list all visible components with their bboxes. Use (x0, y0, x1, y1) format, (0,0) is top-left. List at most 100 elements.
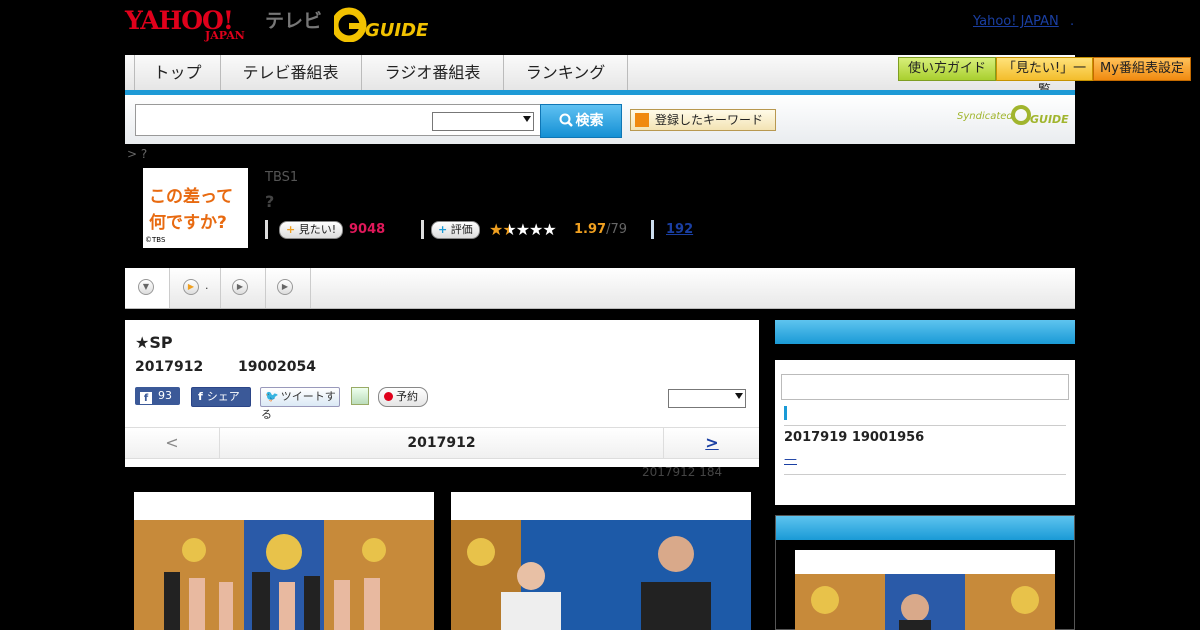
star-half-icon: ★ (502, 220, 516, 239)
divider (784, 425, 1066, 426)
nav-tv-schedule[interactable]: テレビ番組表 (220, 55, 362, 90)
prev-page-button[interactable]: < (125, 428, 220, 458)
studio-photo-image (795, 550, 1055, 630)
facebook-icon: f (198, 390, 203, 403)
sidebar-panel-band (775, 344, 1075, 360)
next-page-button[interactable]: > (663, 428, 760, 458)
mitai-count: 9048 (349, 222, 386, 237)
episode-date: 2017912 (135, 359, 204, 375)
star-icon: ★ (515, 220, 530, 239)
nav-ranking[interactable]: ランキング (504, 55, 628, 90)
episode-time: 19002054 (238, 359, 316, 375)
search-icon (559, 113, 573, 127)
yahoo-japan-logo[interactable]: YAHOO! JAPAN (125, 6, 261, 42)
play-icon: ▶ (232, 279, 248, 295)
guide-button[interactable]: 使い方ガイド (898, 57, 996, 81)
add-calendar-icon[interactable] (351, 387, 369, 405)
rate-label: 評価 (450, 223, 473, 236)
next-airing-date: 2017919 19001956 (784, 430, 925, 445)
reserve-button[interactable]: 予約 (378, 387, 428, 407)
nav-top[interactable]: トップ (134, 55, 221, 90)
search-button[interactable]: 検索 (540, 104, 622, 138)
thumb-copyright: ©TBS (145, 236, 166, 244)
rating-stars: ★★★★★ (489, 220, 557, 239)
stat-divider (265, 220, 268, 239)
plus-icon: + (286, 223, 296, 236)
review-count-link[interactable]: 192 (666, 222, 693, 237)
tab-4[interactable]: ▶ (266, 268, 311, 308)
search-category-select[interactable] (432, 112, 534, 131)
gguide-logo-icon: GUIDE (331, 7, 429, 43)
gguide-logo[interactable]: GUIDE (331, 6, 434, 43)
facebook-share-button[interactable]: f シェア (191, 387, 251, 407)
tab-2[interactable]: ▶. (170, 268, 221, 308)
record-icon (384, 392, 393, 401)
photo-meta: 2017912 184 (642, 465, 723, 479)
sidebar-panel-1: 2017919 19001956 — (775, 320, 1075, 505)
star-icon: ★ (529, 220, 543, 239)
episode-pager: < 2017912 > (125, 427, 759, 459)
syndicated-label: Syndicated (957, 111, 1013, 122)
my-schedule-button[interactable]: My番組表設定 (1093, 57, 1191, 81)
facebook-count[interactable]: f 93 (135, 387, 180, 405)
mitai-button[interactable]: + 見たい! (279, 221, 344, 239)
program-title: ? (265, 192, 275, 211)
logo-tv-text: テレビ (265, 10, 323, 32)
sidebar-panel-header (775, 320, 1075, 344)
pager-current-date: 2017912 (407, 435, 476, 451)
reminder-select[interactable] (668, 389, 746, 408)
mitai-label: 見たい! (298, 223, 337, 236)
plus-icon: + (438, 223, 448, 236)
play-icon: ▶ (277, 279, 293, 295)
logo-japan-text: JAPAN (205, 29, 245, 42)
episode-title: ★SP (135, 333, 173, 352)
sidebar-panel-2 (775, 515, 1075, 630)
star-icon: ★ (542, 220, 556, 239)
studio-photo-image (451, 492, 751, 630)
registered-keyword-label: 登録したキーワード (655, 113, 764, 127)
tab-3[interactable]: ▶ (221, 268, 266, 308)
facebook-icon: f (140, 392, 152, 404)
star-icon: ★ (489, 220, 503, 239)
twitter-bird-icon: 🐦 (265, 390, 279, 403)
search-button-label: 検索 (575, 113, 604, 129)
divider (784, 474, 1066, 475)
svg-text:何ですか?: 何ですか? (149, 212, 227, 233)
sidebar-marker (784, 406, 787, 420)
sidebar-link[interactable]: — (784, 452, 797, 467)
episode-photo-1[interactable] (134, 492, 434, 630)
sidebar-input[interactable] (781, 374, 1069, 400)
mitai-list-button[interactable]: 「見たい!」一覧 (996, 57, 1093, 98)
play-icon: ▶ (183, 279, 199, 295)
studio-photo-image (134, 492, 434, 630)
episode-photo-2[interactable] (451, 492, 751, 630)
svg-text:この差って: この差って (149, 186, 233, 207)
svg-text:GUIDE: GUIDE (1030, 113, 1069, 126)
chevron-down-icon: ▼ (138, 279, 154, 295)
stat-divider (651, 220, 654, 239)
stat-divider (421, 220, 424, 239)
program-thumbnail: この差って 何ですか? ©TBS (143, 168, 248, 248)
breadcrumb[interactable]: > ? (127, 147, 147, 161)
chevron-down-icon (735, 393, 743, 399)
syndicated-gguide-logo: GUIDE (1011, 105, 1069, 126)
channel-name: TBS1 (265, 170, 299, 185)
yahoo-japan-link[interactable]: Yahoo! JAPAN (973, 14, 1059, 29)
rate-button[interactable]: + 評価 (431, 221, 480, 239)
svg-text:GUIDE: GUIDE (365, 20, 429, 41)
sidebar-panel-header (776, 516, 1074, 540)
tab-1[interactable]: ▼ (125, 268, 170, 308)
program-stats: + 見たい! 9048 + 評価 ★★★★★ 1.97/79 192 (265, 220, 725, 240)
dropdown-icon (635, 113, 649, 127)
chevron-down-icon (523, 116, 531, 122)
tweet-button[interactable]: 🐦 ツイートする (260, 387, 340, 421)
global-nav: トップ テレビ番組表 ラジオ番組表 ランキング 使い方ガイド 「見たい!」一覧 … (125, 55, 1191, 98)
top-right-dot: . (1070, 14, 1075, 29)
program-tabs: ▼ ▶. ▶ ▶ (125, 268, 1075, 309)
sidebar-photo[interactable] (795, 550, 1055, 630)
search-bar: 検索 登録したキーワード Syndicated GUIDE (125, 95, 1075, 144)
registered-keyword-button[interactable]: 登録したキーワード (630, 109, 776, 131)
episode-card: ★SP 2017912 19002054 f 93 f シェア 🐦 ツイートする 予約… (125, 320, 759, 467)
rating-value: 1.97/79 (574, 222, 627, 237)
nav-radio-schedule[interactable]: ラジオ番組表 (362, 55, 504, 90)
